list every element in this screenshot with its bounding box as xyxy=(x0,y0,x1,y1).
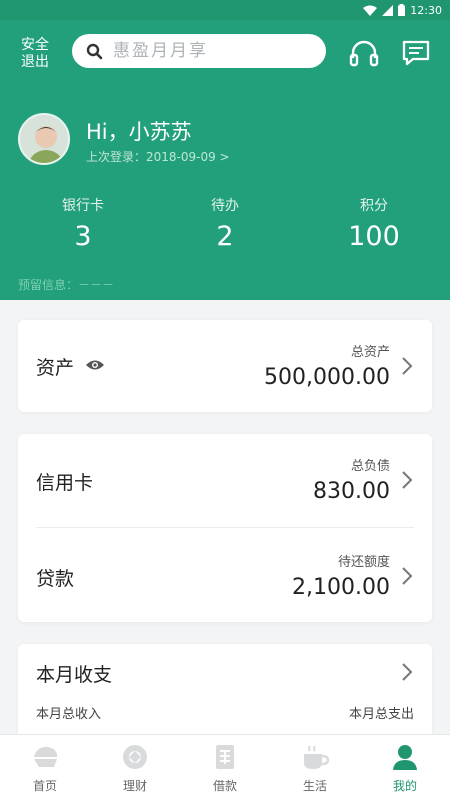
account-header: 安全退出 Hi，小苏苏 上次登录：2018-09-09 > 银行 xyxy=(0,20,450,300)
avatar[interactable] xyxy=(18,113,70,165)
stat-label: 待办 xyxy=(211,198,239,214)
chevron-right-icon xyxy=(402,567,413,585)
credit-card-title: 信用卡 xyxy=(36,472,94,494)
stat-points[interactable]: 积分 100 xyxy=(314,195,434,252)
wifi-icon xyxy=(363,5,378,16)
bottom-tab-bar: 首页 理财 借款 生活 我的 xyxy=(0,734,450,800)
tab-label: 我的 xyxy=(392,779,417,793)
signal-icon xyxy=(382,4,394,16)
monthly-income-label: 本月总收入 xyxy=(36,707,102,722)
status-time: 12:30 xyxy=(410,3,442,17)
chevron-right-icon xyxy=(402,471,413,489)
credit-card-sub-label: 总负债 xyxy=(350,459,390,474)
credit-card-amount: 830.00 xyxy=(313,479,390,504)
tab-finance[interactable]: 理财 xyxy=(90,735,180,800)
credit-card-row[interactable]: 信用卡 总负债 830.00 xyxy=(18,434,432,527)
tab-label: 理财 xyxy=(122,779,147,793)
logout-button[interactable]: 安全退出 xyxy=(20,37,50,71)
headphones-icon xyxy=(349,40,379,67)
eye-icon[interactable] xyxy=(85,358,105,372)
stat-bank-cards[interactable]: 银行卡 3 xyxy=(23,195,143,252)
tab-loan[interactable]: 借款 xyxy=(180,735,270,800)
coffee-icon xyxy=(304,745,329,769)
avatar-photo xyxy=(20,115,68,163)
person-icon xyxy=(393,745,417,770)
chevron-right-icon xyxy=(402,663,413,681)
stat-value: 2 xyxy=(216,221,234,252)
tab-home[interactable]: 首页 xyxy=(0,735,90,800)
status-bar: 12:30 xyxy=(0,0,450,20)
reserved-info: 预留信息：－－－ xyxy=(18,278,115,292)
liabilities-card: 信用卡 总负债 830.00 贷款 待还额度 2,100.00 xyxy=(18,434,432,622)
customer-service-button[interactable] xyxy=(348,38,380,68)
loan-sub-label: 待还额度 xyxy=(337,555,390,570)
messages-button[interactable] xyxy=(400,38,432,68)
battery-icon xyxy=(398,4,406,16)
tab-label: 借款 xyxy=(212,779,237,793)
greeting-text: Hi，小苏苏 xyxy=(86,120,192,144)
loan-icon xyxy=(216,745,234,769)
search-icon xyxy=(86,43,103,59)
finance-icon xyxy=(123,745,147,769)
assets-card[interactable]: 资产 总资产 500,000.00 xyxy=(18,320,432,412)
loan-row[interactable]: 贷款 待还额度 2,100.00 xyxy=(18,528,432,622)
chevron-right-icon xyxy=(402,357,413,375)
loan-amount: 2,100.00 xyxy=(292,575,390,600)
monthly-summary-card[interactable]: 本月收支 本月总收入 本月总支出 xyxy=(18,644,432,744)
stat-value: 100 xyxy=(348,221,400,252)
tab-life[interactable]: 生活 xyxy=(270,735,360,800)
stat-label: 积分 xyxy=(360,198,388,214)
tab-label: 生活 xyxy=(302,779,327,793)
assets-sub-label: 总资产 xyxy=(350,345,390,360)
assets-amount: 500,000.00 xyxy=(264,365,390,390)
tab-mine[interactable]: 我的 xyxy=(360,735,450,800)
last-login-link[interactable]: 上次登录：2018-09-09 > xyxy=(86,148,230,165)
monthly-expense-label: 本月总支出 xyxy=(348,707,414,722)
stat-todo[interactable]: 待办 2 xyxy=(165,195,285,252)
home-icon xyxy=(34,746,57,767)
search-bar[interactable] xyxy=(72,34,326,68)
stat-value: 3 xyxy=(74,221,92,252)
loan-title: 贷款 xyxy=(36,568,75,590)
stat-label: 银行卡 xyxy=(62,198,104,214)
assets-title: 资产 xyxy=(36,357,75,379)
tab-label: 首页 xyxy=(32,779,57,793)
monthly-title: 本月收支 xyxy=(36,664,113,686)
message-icon xyxy=(402,40,430,66)
search-input[interactable] xyxy=(113,41,313,61)
